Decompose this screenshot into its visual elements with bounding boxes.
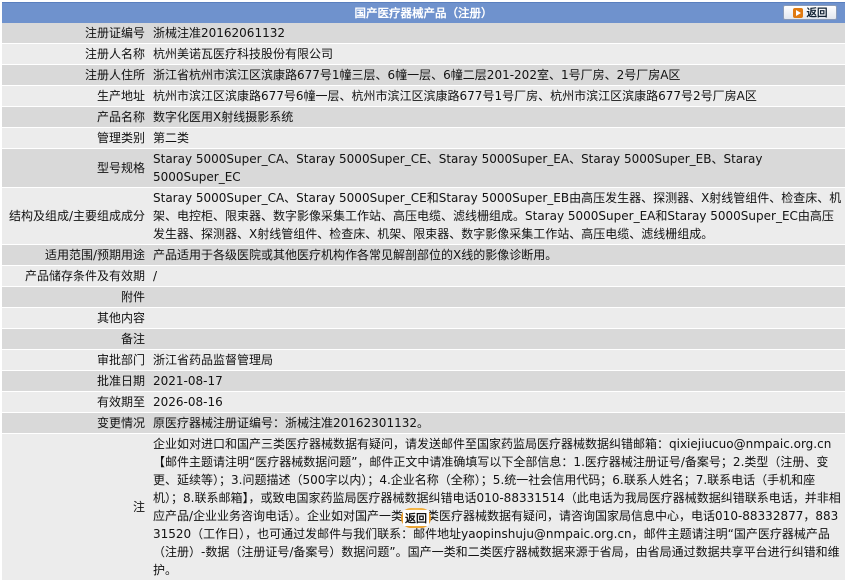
row-attachments: 附件 [2,286,845,308]
row-label: 型号规格 [2,148,150,188]
title-bar: 国产医疗器械产品（注册） 返回 [2,2,845,23]
bottom-back-label: 返回 [403,510,429,526]
row-registrant-address: 注册人住所 浙江省杭州市滨江区滨康路677号1幢三层、6幢一层、6幢二层201-… [2,64,845,86]
row-label: 管理类别 [2,127,150,149]
row-approval-dept: 审批部门 浙江省药品监督管理局 [2,349,845,371]
row-value: 杭州美诺瓦医疗科技股份有限公司 [150,43,845,65]
row-value: 浙械注准20162061132 [150,23,845,44]
row-label: 变更情况 [2,412,150,434]
row-value: 浙江省药品监督管理局 [150,349,845,371]
row-label: 适用范围/预期用途 [2,244,150,266]
row-label: 产品名称 [2,106,150,128]
row-label: 审批部门 [2,349,150,371]
row-value: Staray 5000Super_CA、Staray 5000Super_CE、… [150,148,845,188]
row-value: Staray 5000Super_CA、Staray 5000Super_CE和… [150,187,845,245]
row-changes: 变更情况 原医疗器械注册证编号：浙械注准20162301132。 [2,412,845,434]
row-structure: 结构及组成/主要组成成分 Staray 5000Super_CA、Staray … [2,187,845,245]
detail-table: 注册证编号 浙械注准20162061132 注册人名称 杭州美诺瓦医疗科技股份有… [2,23,845,581]
row-label: 结构及组成/主要组成成分 [2,187,150,245]
row-approval-date: 批准日期 2021-08-17 [2,370,845,392]
row-value: 第二类 [150,127,845,149]
row-note: 注 企业如对进口和国产三类医疗器械数据有疑问，请发送邮件至国家药监局医疗器械数据… [2,433,845,581]
page-title: 国产医疗器械产品（注册） [354,6,493,20]
row-value: 2026-08-16 [150,391,845,413]
row-value: / [150,265,845,287]
row-label: 备注 [2,328,150,350]
row-other: 其他内容 [2,307,845,329]
row-label: 注 [2,433,150,581]
row-model-spec: 型号规格 Staray 5000Super_CA、Staray 5000Supe… [2,148,845,188]
row-value: 企业如对进口和国产三类医疗器械数据有疑问，请发送邮件至国家药监局医疗器械数据纠错… [150,433,845,581]
row-production-address: 生产地址 杭州市滨江区滨康路677号6幢一层、杭州市滨江区滨康路677号1号厂房… [2,85,845,107]
row-label: 批准日期 [2,370,150,392]
row-valid-until: 有效期至 2026-08-16 [2,391,845,413]
row-value: 产品适用于各级医院或其他医疗机构作各常见解剖部位的X线的影像诊断用。 [150,244,845,266]
row-label: 注册人名称 [2,43,150,65]
detail-panel: 国产医疗器械产品（注册） 返回 注册证编号 浙械注准20162061132 注册… [2,2,845,581]
row-management-class: 管理类别 第二类 [2,127,845,149]
back-button-label: 返回 [806,7,828,19]
row-value [150,328,845,350]
row-label: 注册人住所 [2,64,150,86]
row-label: 生产地址 [2,85,150,107]
back-arrow-icon [792,7,803,18]
row-label: 附件 [2,286,150,308]
row-value: 杭州市滨江区滨康路677号6幢一层、杭州市滨江区滨康路677号1号厂房、杭州市滨… [150,85,845,107]
row-registration-no: 注册证编号 浙械注准20162061132 [2,23,845,44]
row-storage: 产品储存条件及有效期 / [2,265,845,287]
row-value: 原医疗器械注册证编号：浙械注准20162301132。 [150,412,845,434]
row-value: 浙江省杭州市滨江区滨康路677号1幢三层、6幢一层、6幢二层201-202室、1… [150,64,845,86]
row-intended-use: 适用范围/预期用途 产品适用于各级医院或其他医疗机构作各常见解剖部位的X线的影像… [2,244,845,266]
row-remarks: 备注 [2,328,845,350]
row-label: 其他内容 [2,307,150,329]
row-value [150,307,845,329]
back-button[interactable]: 返回 [783,5,837,20]
row-label: 产品储存条件及有效期 [2,265,150,287]
row-product-name: 产品名称 数字化医用X射线摄影系统 [2,106,845,128]
row-registrant-name: 注册人名称 杭州美诺瓦医疗科技股份有限公司 [2,43,845,65]
row-label: 注册证编号 [2,23,150,44]
row-label: 有效期至 [2,391,150,413]
bottom-back-button[interactable]: 返回 [401,508,431,528]
row-value [150,286,845,308]
row-value: 2021-08-17 [150,370,845,392]
row-value: 数字化医用X射线摄影系统 [150,106,845,128]
